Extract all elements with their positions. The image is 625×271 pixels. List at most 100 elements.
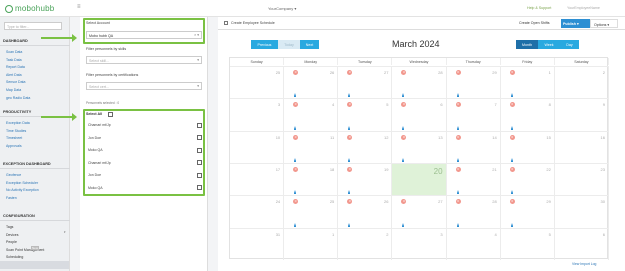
sidebar-item[interactable]: geo Radio Data xyxy=(6,96,30,100)
view-month-button[interactable]: Month xyxy=(516,40,538,49)
calendar-day[interactable]: 17 xyxy=(230,163,285,196)
sidebar-item[interactable]: Timesheet xyxy=(6,136,22,140)
sidebar-item[interactable]: Fasten xyxy=(6,196,17,200)
alert-count-badge[interactable]: 0 xyxy=(455,199,461,205)
alert-count-badge[interactable]: 0 xyxy=(347,70,353,75)
person-marker-icon[interactable] xyxy=(402,157,405,162)
calendar-day[interactable]: 80 xyxy=(500,98,555,131)
company-selector[interactable]: YourCompany ▾ xyxy=(268,6,296,11)
alert-count-badge[interactable]: 0 xyxy=(509,70,515,75)
person-checkbox[interactable] xyxy=(197,172,202,178)
calendar-day[interactable]: 9 xyxy=(554,98,609,131)
person-marker-icon[interactable] xyxy=(456,222,459,227)
person-marker-icon[interactable] xyxy=(402,93,405,98)
menu-icon[interactable]: ≡ xyxy=(77,4,81,10)
user-menu[interactable]: YourEmployeeName xyxy=(567,6,600,10)
help-link[interactable]: Help & Support xyxy=(527,6,551,10)
sidebar-item[interactable]: Task Data xyxy=(6,58,22,62)
person-checkbox[interactable] xyxy=(197,122,202,128)
person-marker-icon[interactable] xyxy=(402,125,405,130)
alert-count-badge[interactable]: 0 xyxy=(347,199,353,205)
calendar-day[interactable]: 30 xyxy=(554,195,609,228)
person-checkbox[interactable] xyxy=(197,185,202,190)
sidebar-item[interactable]: Time Studies xyxy=(6,129,26,133)
calendar-day[interactable]: 31 xyxy=(230,227,285,260)
alert-count-badge[interactable]: 0 xyxy=(509,102,515,108)
person-marker-icon[interactable] xyxy=(294,93,297,98)
person-marker-icon[interactable] xyxy=(402,222,405,227)
sidebar-item[interactable]: Approvals xyxy=(6,144,22,148)
alert-count-badge[interactable]: 0 xyxy=(401,70,407,75)
sidebar-item[interactable]: Tags xyxy=(6,225,13,229)
alert-count-badge[interactable]: 0 xyxy=(509,167,515,172)
skills-select[interactable]: Select skill... ▾ xyxy=(86,56,202,64)
person-marker-icon[interactable] xyxy=(510,222,513,227)
publish-button[interactable]: Publish ▾ xyxy=(561,19,590,28)
calendar-day[interactable]: 29 0 xyxy=(500,195,555,228)
calendar-day[interactable]: 13 0 xyxy=(392,130,447,163)
calendar-day[interactable]: 18 0 xyxy=(284,163,339,196)
alert-count-badge[interactable]: 0 xyxy=(347,102,353,108)
person-marker-icon[interactable] xyxy=(294,222,297,227)
sidebar-item[interactable]: Scan Data xyxy=(6,50,22,54)
person-marker-icon[interactable] xyxy=(456,157,459,162)
logo[interactable]: mobohubb xyxy=(5,4,54,13)
sidebar-item[interactable]: People xyxy=(6,240,17,244)
calendar-day[interactable]: 40 xyxy=(284,98,339,131)
sidebar-search-input[interactable]: Type to filter... xyxy=(4,22,62,30)
alert-count-badge[interactable]: 0 xyxy=(293,134,299,140)
calendar-day[interactable]: 10 xyxy=(230,130,285,163)
view-week-button[interactable]: Week xyxy=(538,40,560,49)
person-marker-icon[interactable] xyxy=(348,190,351,195)
person-marker-icon[interactable] xyxy=(348,222,351,227)
alert-count-badge[interactable]: 0 xyxy=(509,134,515,140)
calendar-day[interactable]: 2 xyxy=(554,66,609,99)
person-marker-icon[interactable] xyxy=(456,93,459,98)
sidebar-item[interactable]: Sensor Data xyxy=(6,80,25,84)
sidebar-item[interactable]: Map Data xyxy=(6,88,21,92)
calendar-day[interactable]: 2 xyxy=(338,227,393,260)
calendar-day[interactable]: 25 0 xyxy=(284,195,339,228)
person-marker-icon[interactable] xyxy=(348,93,351,98)
person-marker-icon[interactable] xyxy=(510,93,513,98)
calendar-day[interactable]: 3 xyxy=(230,98,285,131)
alert-count-badge[interactable]: 0 xyxy=(401,134,407,140)
person-checkbox[interactable] xyxy=(197,135,202,140)
person-checkbox[interactable] xyxy=(197,147,202,153)
calendar-day[interactable]: 3 xyxy=(392,227,447,260)
calendar-day[interactable]: 4 xyxy=(446,227,501,260)
person-marker-icon[interactable] xyxy=(294,125,297,130)
sidebar-item[interactable]: Exception Scheduler xyxy=(6,181,38,185)
person-marker-icon[interactable] xyxy=(456,125,459,130)
sidebar-item[interactable]: Scheduling xyxy=(6,255,23,259)
calendar-day[interactable]: 26 0 xyxy=(284,66,339,99)
calendar-day[interactable]: 26 0 xyxy=(338,195,393,228)
sidebar-item[interactable]: Devices xyxy=(6,233,18,237)
calendar-day[interactable]: 12 0 xyxy=(338,130,393,163)
calendar-day[interactable]: 27 0 xyxy=(392,195,447,228)
calendar-day[interactable]: 10 xyxy=(500,66,555,99)
calendar-day[interactable]: 11 0 xyxy=(284,130,339,163)
calendar-day-today[interactable]: 20 xyxy=(392,163,447,196)
calendar-day[interactable]: 21 0 xyxy=(446,163,501,196)
next-button[interactable]: Next xyxy=(300,40,319,49)
person-marker-icon[interactable] xyxy=(294,190,297,195)
person-marker-icon[interactable] xyxy=(510,190,513,195)
person-marker-icon[interactable] xyxy=(348,125,351,130)
calendar-day[interactable]: 24 xyxy=(230,195,285,228)
alert-count-badge[interactable]: 0 xyxy=(509,199,515,205)
calendar-day[interactable]: 6 xyxy=(554,227,609,260)
person-marker-icon[interactable] xyxy=(294,157,297,162)
calendar-day[interactable]: 5 xyxy=(500,227,555,260)
alert-count-badge[interactable]: 0 xyxy=(401,199,407,205)
person-checkbox[interactable] xyxy=(197,160,202,165)
alert-count-badge[interactable]: 0 xyxy=(455,167,461,172)
calendar-day[interactable]: 23 xyxy=(554,163,609,196)
previous-button[interactable]: Previous xyxy=(251,40,278,49)
sidebar-item[interactable]: Report Data xyxy=(6,65,25,69)
today-button[interactable]: Today xyxy=(278,40,300,49)
alert-count-badge[interactable]: 0 xyxy=(455,102,461,108)
alert-count-badge[interactable]: 0 xyxy=(293,102,299,108)
calendar-day[interactable]: 27 0 xyxy=(338,66,393,99)
alert-count-badge[interactable]: 0 xyxy=(455,134,461,140)
